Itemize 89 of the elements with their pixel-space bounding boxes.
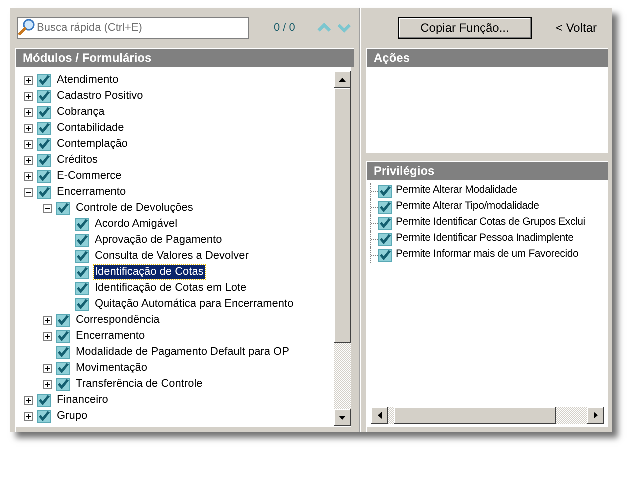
checked-checkbox[interactable] — [56, 346, 70, 358]
expand-icon[interactable] — [24, 92, 33, 100]
expand-icon[interactable] — [24, 124, 33, 132]
checked-checkbox[interactable] — [56, 378, 70, 390]
scroll-down-button[interactable] — [334, 409, 351, 426]
back-link[interactable]: < Voltar — [556, 19, 598, 37]
tree-item[interactable]: Aprovação de Pagamento — [94, 233, 224, 247]
horizontal-scrollbar[interactable] — [371, 407, 604, 424]
search-field[interactable]: Busca rápida (Ctrl+E) — [17, 17, 249, 39]
checked-checkbox[interactable] — [378, 200, 392, 214]
scroll-up-button[interactable] — [334, 71, 351, 88]
tree-item[interactable]: Controle de Devoluções — [75, 201, 194, 215]
checked-checkbox[interactable] — [37, 154, 51, 166]
search-icon — [18, 19, 36, 36]
checked-checkbox[interactable] — [37, 186, 51, 198]
tree-item[interactable]: Identificação de Cotas em Lote — [94, 281, 248, 295]
down-triangle-icon — [339, 416, 346, 420]
privilege-item[interactable]: Permite Alterar Modalidade — [396, 183, 518, 199]
checked-checkbox[interactable] — [75, 266, 89, 278]
checked-checkbox[interactable] — [37, 410, 51, 422]
checked-checkbox[interactable] — [37, 122, 51, 134]
expand-icon[interactable] — [24, 172, 33, 180]
scroll-left-button[interactable] — [371, 407, 388, 424]
collapse-icon[interactable] — [43, 204, 52, 212]
privilege-item[interactable]: Permite Alterar Tipo/modalidade — [396, 199, 540, 215]
scroll-right-button[interactable] — [587, 407, 604, 424]
expand-icon[interactable] — [43, 364, 52, 372]
right-triangle-icon — [594, 412, 598, 419]
checked-checkbox[interactable] — [37, 394, 51, 406]
tree-item[interactable]: Correspondência — [75, 313, 161, 327]
checked-checkbox[interactable] — [37, 138, 51, 150]
expand-icon[interactable] — [24, 156, 33, 164]
match-count: 0 / 0 — [274, 20, 296, 36]
left-triangle-icon — [378, 412, 382, 419]
panel-header: Privilégios — [367, 162, 608, 180]
checked-checkbox[interactable] — [378, 216, 392, 230]
tree-item[interactable]: Encerramento — [56, 185, 128, 199]
checked-checkbox[interactable] — [378, 232, 392, 246]
checked-checkbox[interactable] — [75, 282, 89, 294]
privilege-item[interactable]: Permite Identificar Cotas de Grupos Exclui — [396, 215, 586, 231]
tree-item[interactable]: Créditos — [56, 153, 99, 167]
scroll-thumb[interactable] — [394, 407, 556, 424]
tree-item[interactable]: Cadastro Positivo — [56, 89, 144, 103]
tree-item[interactable]: Grupo — [56, 409, 89, 423]
tree-item[interactable]: Encerramento — [75, 329, 146, 343]
tree-item[interactable]: Acordo Amigável — [94, 217, 179, 231]
expand-icon[interactable] — [43, 316, 52, 324]
panel-header: Ações — [367, 49, 608, 67]
tree-item[interactable]: Movimentação — [75, 361, 149, 375]
checked-checkbox[interactable] — [37, 106, 51, 118]
privilege-item[interactable]: Permite Informar mais de um Favorecido — [396, 247, 579, 263]
expand-icon[interactable] — [24, 412, 33, 420]
copy-function-button[interactable]: Copiar Função... — [398, 17, 532, 39]
checked-checkbox[interactable] — [37, 90, 51, 102]
expand-icon[interactable] — [43, 380, 52, 388]
checked-checkbox[interactable] — [56, 202, 70, 214]
checked-checkbox[interactable] — [378, 248, 392, 262]
panel-header: Módulos / Formulários — [16, 49, 354, 67]
tree-item[interactable]: E-Commerce — [56, 169, 123, 183]
tree-item[interactable]: Contemplação — [56, 137, 129, 151]
tree-item[interactable]: Identificação de Cotas — [94, 265, 205, 279]
expand-icon[interactable] — [24, 76, 33, 84]
checked-checkbox[interactable] — [75, 218, 89, 230]
tree-item[interactable]: Contabilidade — [56, 121, 126, 135]
tree-item[interactable]: Quitação Automática para Encerramento — [94, 297, 295, 311]
checked-checkbox[interactable] — [56, 330, 70, 342]
tree-item[interactable]: Atendimento — [56, 73, 120, 87]
privilege-item[interactable]: Permite Identificar Pessoa Inadimplente — [396, 231, 574, 247]
scroll-thumb[interactable] — [334, 88, 351, 343]
checked-checkbox[interactable] — [37, 170, 51, 182]
checked-checkbox[interactable] — [56, 362, 70, 374]
vertical-scrollbar[interactable] — [334, 71, 351, 426]
expand-icon[interactable] — [43, 332, 52, 340]
tree-item[interactable]: Modalidade de Pagamento Default para OP — [75, 345, 290, 359]
checked-checkbox[interactable] — [56, 314, 70, 326]
tree-item[interactable]: Cobrança — [56, 105, 106, 119]
checked-checkbox[interactable] — [378, 184, 392, 198]
tree-item[interactable]: Financeiro — [56, 393, 110, 407]
tree-item[interactable]: Transferência de Controle — [75, 377, 204, 391]
up-triangle-icon — [339, 78, 346, 82]
tree-item[interactable]: Consulta de Valores a Devolver — [94, 249, 250, 263]
checked-checkbox[interactable] — [75, 298, 89, 310]
expand-icon[interactable] — [24, 108, 33, 116]
expand-icon[interactable] — [24, 396, 33, 404]
checked-checkbox[interactable] — [37, 74, 51, 86]
checked-checkbox[interactable] — [75, 250, 89, 262]
checked-checkbox[interactable] — [75, 234, 89, 246]
expand-icon[interactable] — [24, 140, 33, 148]
collapse-icon[interactable] — [24, 188, 33, 196]
